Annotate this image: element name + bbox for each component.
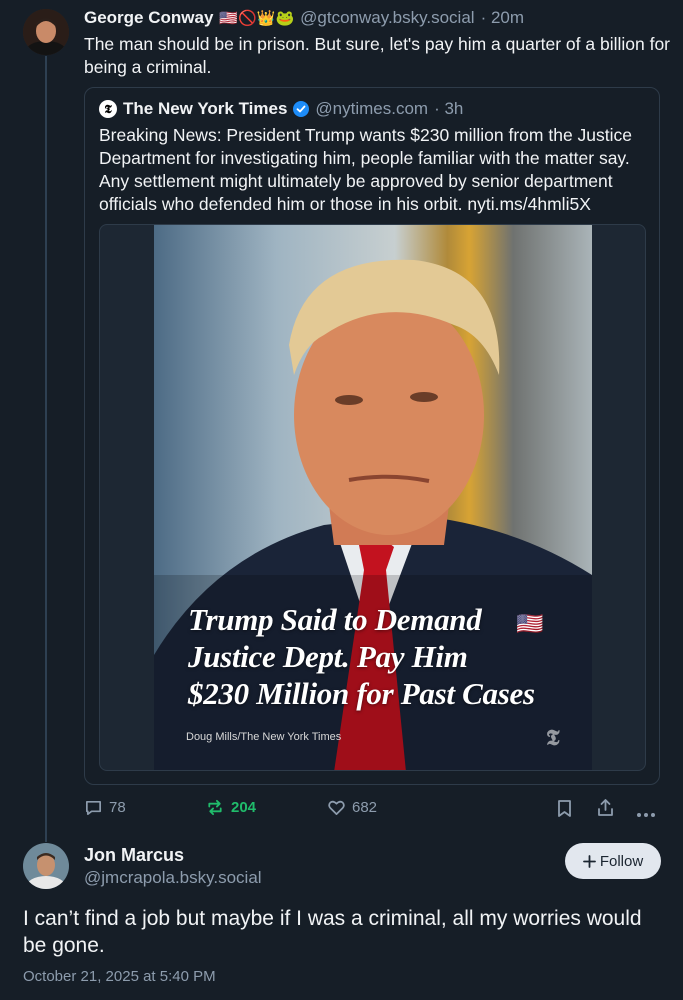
quote-source-name[interactable]: The New York Times [123,99,287,119]
like-button[interactable]: 682 [327,798,377,817]
bookmark-button[interactable] [556,799,573,823]
follow-label: Follow [599,852,644,870]
quote-handle[interactable]: @nytimes.com [315,99,428,119]
repost-button[interactable]: 204 [205,798,256,817]
follow-button[interactable]: Follow [565,843,661,879]
post-text: The man should be in prison. But sure, l… [84,34,671,77]
share-icon [598,799,613,816]
author-name[interactable]: George Conway [84,8,213,28]
quote-image-frame[interactable]: Trump Said to Demand Justice Dept. Pay H… [99,224,646,771]
repost-icon [208,799,222,816]
like-count: 682 [352,799,378,816]
author-emojis: 🇺🇸🚫👑🐸 [219,10,295,27]
image-headline: Trump Said to Demand Justice Dept. Pay H… [188,601,535,712]
quote-header: 𝕿 The New York Times @nytimes.com · 3h [99,99,463,119]
plus-icon [582,854,596,868]
headline-line-1: Trump Said to Demand [188,602,482,637]
post-time: · 20m [480,8,525,27]
reply-timestamp[interactable]: October 21, 2025 at 5:40 PM [23,968,216,985]
bookmark-icon [558,800,571,817]
verified-icon [293,101,310,117]
reply-author-name[interactable]: Jon Marcus [84,845,184,866]
avatar[interactable] [23,9,69,55]
reply-count: 78 [109,799,126,816]
author-handle[interactable]: @gtconway.bsky.social [300,8,474,28]
post-header: George Conway 🇺🇸🚫👑🐸 @gtconway.bsky.socia… [84,8,524,28]
quote-time: · 3h [434,99,464,118]
quote-text: Breaking News: President Trump wants $23… [99,125,633,214]
repost-count: 204 [231,799,257,816]
reply-author-handle[interactable]: @jmcrapola.bsky.social [84,868,262,888]
thread-line [45,56,47,842]
nyt-logo-icon: 𝕿 [99,100,117,118]
more-options-button[interactable] [636,805,656,823]
reply-avatar[interactable] [23,843,69,889]
share-button[interactable] [596,798,615,823]
headline-line-3: $230 Million for Past Cases [188,676,535,711]
photo-credit: Doug Mills/The New York Times [186,731,342,743]
flag-icon: 🇺🇸 [516,611,544,636]
reply-button[interactable]: 78 [84,798,126,817]
reply-icon [85,800,102,816]
nyt-watermark-icon: 𝕿 [546,725,560,751]
ellipsis-icon [637,813,655,817]
reply-text: I can’t find a job but maybe if I was a … [23,907,642,957]
heart-icon [328,800,345,816]
headline-line-2: Justice Dept. Pay Him [188,639,468,674]
